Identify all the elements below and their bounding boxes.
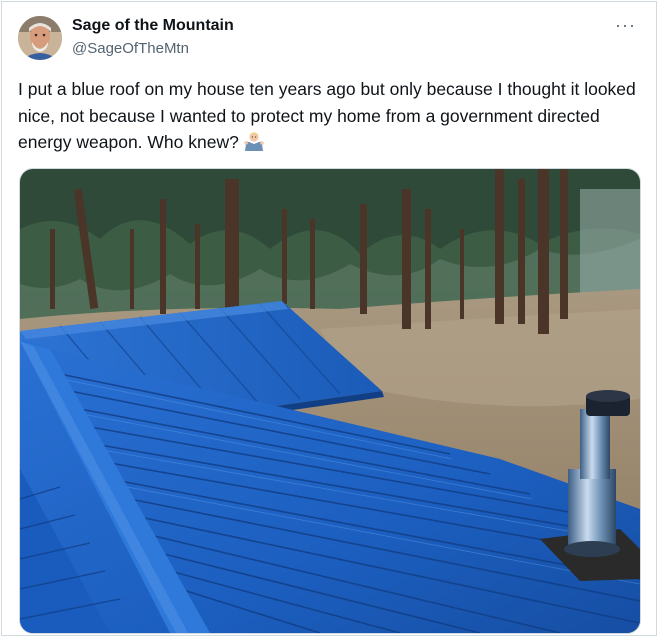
- tweet-text-body: I put a blue roof on my house ten years …: [18, 79, 636, 152]
- author-display-name[interactable]: Sage of the Mountain: [72, 17, 234, 35]
- man-shrugging-emoji-icon: [243, 130, 265, 160]
- avatar[interactable]: [18, 16, 62, 60]
- author-handle[interactable]: @SageOfTheMtn: [72, 40, 189, 57]
- avatar-image: [18, 16, 62, 60]
- tweet-card[interactable]: Sage of the Mountain @SageOfTheMtn ··· I…: [1, 1, 657, 636]
- tweet-text: I put a blue roof on my house ten years …: [18, 76, 643, 160]
- roof-photo-image: [20, 169, 640, 633]
- more-options-icon[interactable]: ···: [615, 16, 636, 34]
- tweet-photo[interactable]: [19, 168, 641, 634]
